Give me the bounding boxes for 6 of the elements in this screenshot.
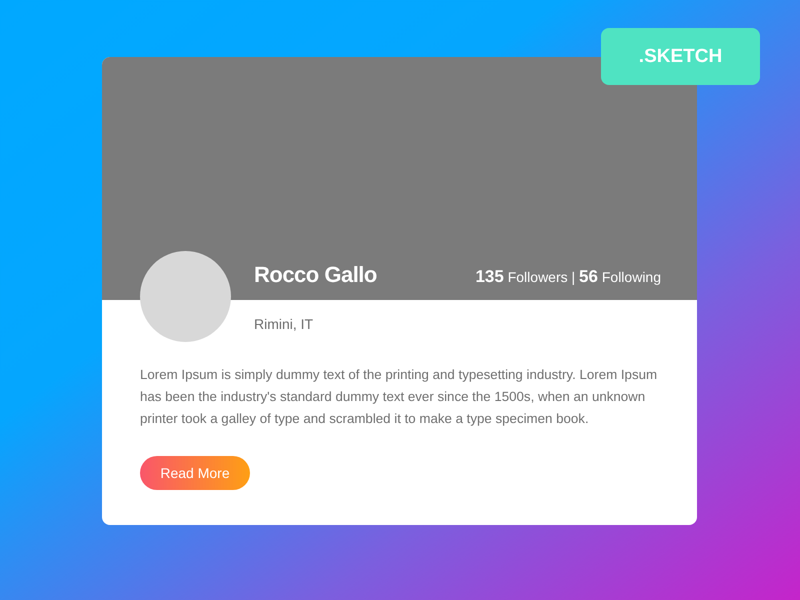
profile-name: Rocco Gallo xyxy=(254,262,377,288)
sketch-badge: .SKETCH xyxy=(601,28,760,85)
read-more-button[interactable]: Read More xyxy=(140,456,250,490)
bio-text: Lorem Ipsum is simply dummy text of the printing and typesetting industry. Lorem Ipsum has been the industry's standard dummy text ever since the 1500s, when an unknown printer took a galley of type and scrambled it to make a type specimen book. xyxy=(140,366,658,428)
follower-stats: 135 Followers | 56 Following xyxy=(475,267,661,287)
location-text: Rimini, IT xyxy=(253,316,314,334)
